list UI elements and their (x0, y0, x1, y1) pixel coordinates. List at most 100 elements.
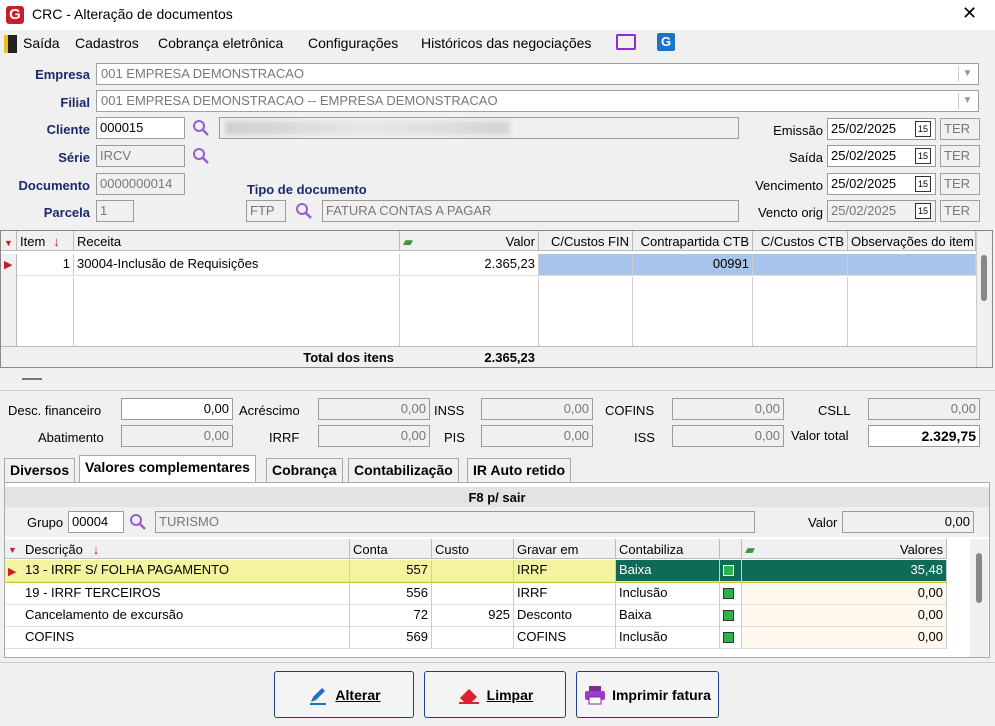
col-descricao[interactable]: ▼ Descrição ↓ (5, 539, 350, 559)
table-cell-contabiliza[interactable]: Inclusão (616, 583, 720, 605)
calendar-icon[interactable]: 15 (915, 148, 931, 164)
search-icon[interactable] (129, 513, 147, 531)
tab-diversos[interactable]: Diversos (4, 458, 76, 482)
table-cell-contabiliza[interactable]: Baixa (616, 605, 720, 627)
filial-select[interactable]: 001 EMPRESA DEMONSTRACAO -- EMPRESA DEMO… (96, 90, 979, 112)
col-gravar[interactable]: Gravar em (514, 539, 616, 559)
tab-contabilizacao[interactable]: Contabilização (348, 458, 459, 482)
pis-input[interactable]: 0,00 (481, 425, 593, 447)
table-cell-descricao[interactable]: ▶ 13 - IRRF S/ FOLHA PAGAMENTO (5, 560, 350, 582)
col-obs[interactable]: Observações do item (848, 231, 976, 251)
table-cell-custo[interactable] (432, 627, 514, 649)
grupo-code-input[interactable]: 00004 (68, 511, 124, 533)
items-grid[interactable]: ▼ Item ↓ Receita ▰ Valor C/Custos FIN Cont… (0, 230, 993, 368)
table-cell-conta[interactable]: 569 (350, 627, 432, 649)
checkbox[interactable] (720, 583, 742, 605)
col-valores[interactable]: ▰ Valores (742, 539, 947, 559)
table-cell-gravar[interactable]: Desconto (514, 605, 616, 627)
calendar-icon[interactable]: 15 (915, 121, 931, 137)
scrollbar-thumb[interactable] (981, 255, 987, 301)
table-cell-descricao[interactable]: 19 - IRRF TERCEIROS (5, 583, 350, 605)
complementares-grid[interactable]: ▼ Descrição ↓ Conta Custo Gravar em Contab… (5, 539, 970, 657)
col-conta[interactable]: Conta (350, 539, 432, 559)
table-cell-valores[interactable]: 0,00 (742, 627, 947, 649)
monitor-icon[interactable] (616, 34, 636, 50)
empresa-select[interactable]: 001 EMPRESA DEMONSTRACAO ▼ (96, 63, 979, 85)
table-cell-gravar[interactable]: IRRF (514, 560, 616, 582)
col-receita[interactable]: Receita (74, 231, 400, 251)
table-cell-conta[interactable]: 557 (350, 560, 432, 582)
search-icon[interactable] (192, 119, 210, 137)
scrollbar-thumb[interactable] (976, 553, 982, 603)
inss-input[interactable]: 0,00 (481, 398, 593, 420)
table-cell-valores[interactable]: 0,00 (742, 605, 947, 627)
table-cell-valor[interactable]: 2.365,23 (400, 254, 539, 276)
calendar-icon[interactable]: 15 (915, 176, 931, 192)
col-divider (399, 277, 400, 347)
checkbox[interactable] (720, 627, 742, 649)
checkbox[interactable] (720, 560, 742, 582)
table-cell-contabiliza[interactable]: Inclusão (616, 627, 720, 649)
vertical-scrollbar[interactable] (976, 231, 992, 367)
col-ccfin[interactable]: C/Custos FIN (539, 231, 633, 251)
iss-input[interactable]: 0,00 (672, 425, 784, 447)
abatimento-input[interactable]: 0,00 (121, 425, 233, 447)
cliente-input[interactable]: 000015 (96, 117, 185, 139)
table-cell-ccfin[interactable] (539, 254, 633, 276)
table-cell-conta[interactable]: 72 (350, 605, 432, 627)
table-cell-gravar[interactable]: COFINS (514, 627, 616, 649)
menu-item-configuracoes[interactable]: Configurações (308, 35, 398, 51)
tab-valores-complementares[interactable]: Valores complementares (79, 455, 256, 483)
g-brand-icon[interactable]: G (657, 33, 675, 51)
col-valor[interactable]: ▰ Valor (400, 231, 539, 251)
table-cell-item[interactable]: 1 (17, 254, 74, 276)
table-cell-descricao[interactable]: COFINS (5, 627, 350, 649)
irrf-input[interactable]: 0,00 (318, 425, 430, 447)
table-cell-valores[interactable]: 35,48 (742, 560, 947, 582)
splitter-handle[interactable] (22, 378, 42, 380)
imprimir-fatura-button[interactable]: Imprimir fatura (576, 671, 719, 718)
vertical-scrollbar[interactable] (970, 539, 988, 657)
col-custo[interactable]: Custo (432, 539, 514, 559)
table-cell-valores[interactable]: 0,00 (742, 583, 947, 605)
csll-input[interactable]: 0,00 (868, 398, 980, 420)
col-item[interactable]: Item ↓ (17, 231, 74, 251)
table-cell-gravar[interactable]: IRRF (514, 583, 616, 605)
limpar-button[interactable]: Limpar (424, 671, 566, 718)
cofins-input[interactable]: 0,00 (672, 398, 784, 420)
search-icon[interactable] (192, 147, 210, 165)
alterar-button[interactable]: Alterar (274, 671, 414, 718)
table-cell-contrapartida[interactable]: 00991 (633, 254, 753, 276)
table-cell-custo[interactable] (432, 560, 514, 582)
tab-ir-auto-retido[interactable]: IR Auto retido (467, 458, 572, 482)
acrescimo-input[interactable]: 0,00 (318, 398, 430, 420)
table-cell-descricao[interactable]: Cancelamento de excursão (5, 605, 350, 627)
exit-icon[interactable] (4, 35, 17, 53)
serie-input[interactable]: IRCV (96, 145, 185, 167)
table-cell-custo[interactable]: 925 (432, 605, 514, 627)
table-cell-contabiliza[interactable]: Baixa (616, 560, 720, 582)
desc-fin-input[interactable]: 0,00 (121, 398, 233, 420)
table-cell-ccctb[interactable] (753, 254, 848, 276)
table-cell-custo[interactable] (432, 583, 514, 605)
table-cell-receita[interactable]: 30004-Inclusão de Requisições (74, 254, 400, 276)
menu-item-cobranca[interactable]: Cobrança eletrônica (158, 35, 283, 51)
checkbox[interactable] (720, 605, 742, 627)
col-flag[interactable] (720, 539, 742, 559)
col-contrapartida[interactable]: Contrapartida CTB (633, 231, 753, 251)
parcela-input[interactable]: 1 (96, 200, 134, 222)
chevron-down-icon[interactable]: ▼ (958, 93, 976, 109)
menu-item-cadastros[interactable]: Cadastros (75, 35, 139, 51)
col-contabiliza[interactable]: Contabiliza (616, 539, 720, 559)
chevron-down-icon[interactable]: ▼ (958, 66, 976, 82)
tab-cobranca[interactable]: Cobrança (266, 458, 343, 482)
documento-input[interactable]: 0000000014 (96, 173, 185, 195)
tipo-doc-code-input[interactable]: FTP (246, 200, 286, 222)
table-cell-obs[interactable] (848, 254, 976, 276)
menu-item-historicos[interactable]: Históricos das negociações (421, 35, 591, 51)
col-ccctb[interactable]: C/Custos CTB (753, 231, 848, 251)
menu-item-saida[interactable]: Saída (23, 35, 60, 51)
close-icon[interactable]: ✕ (962, 3, 977, 24)
table-cell-conta[interactable]: 556 (350, 583, 432, 605)
search-icon[interactable] (295, 202, 313, 220)
